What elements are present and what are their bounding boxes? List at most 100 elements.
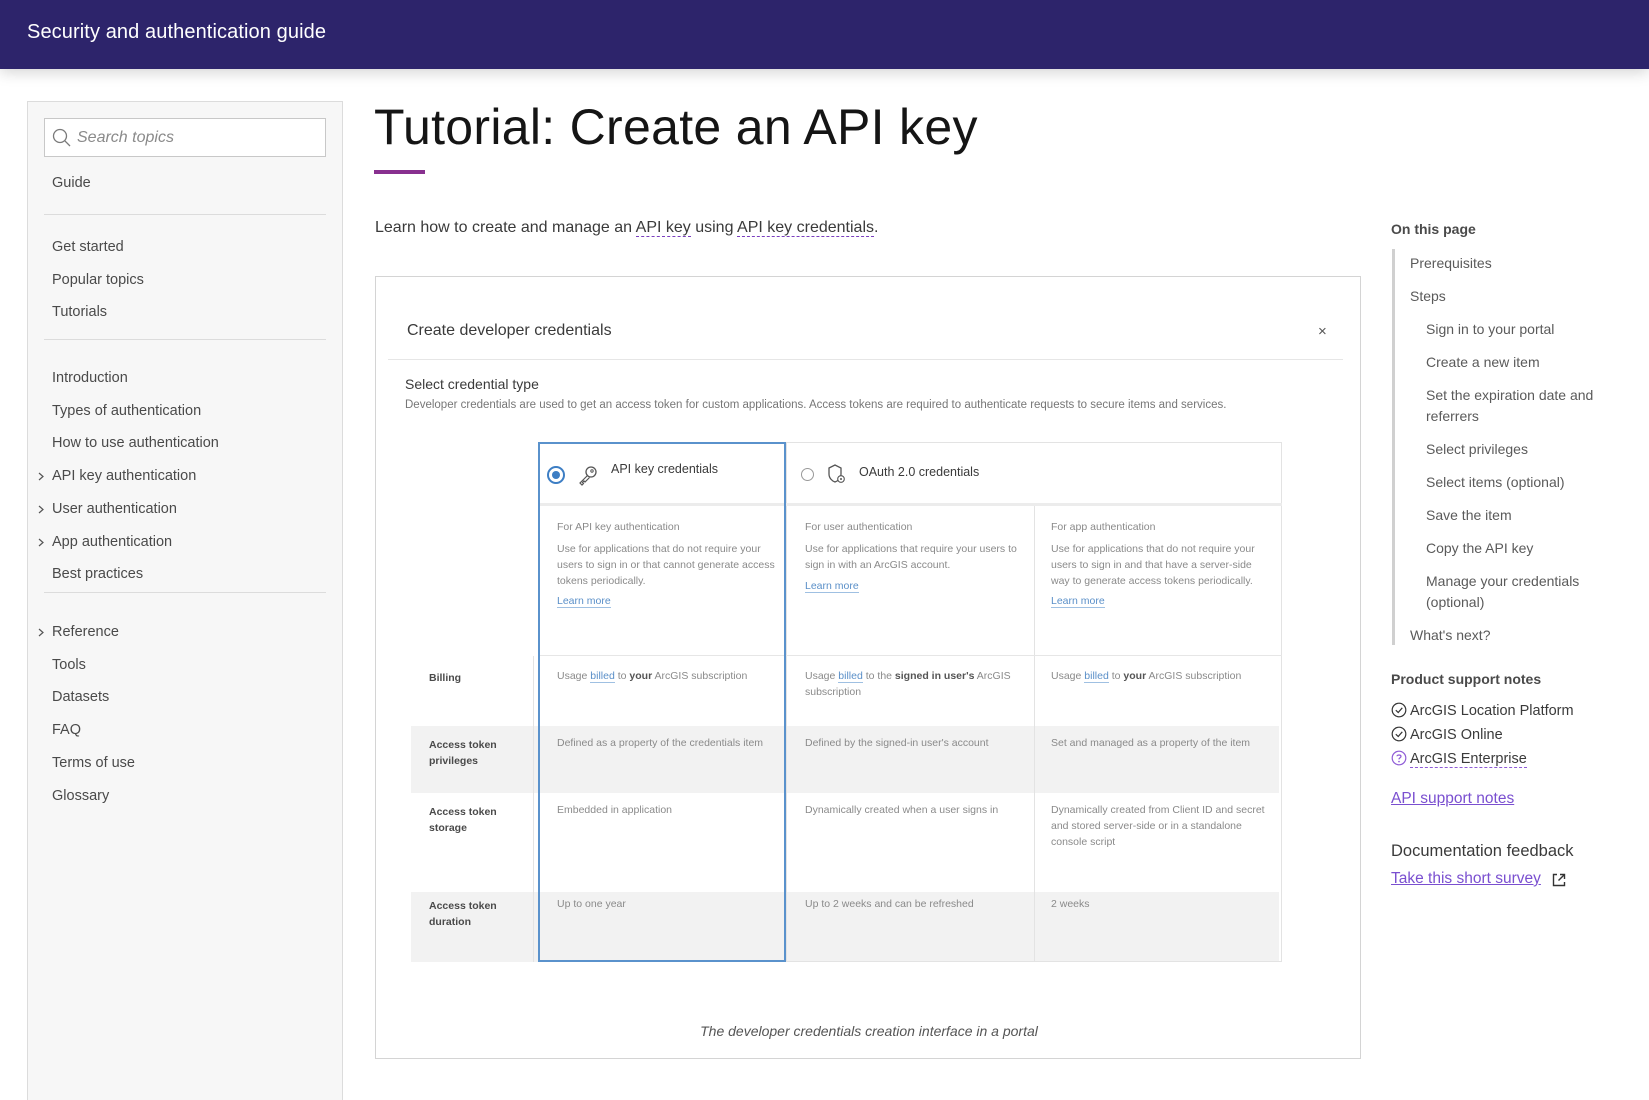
toc-item-manage-your-credentials-optional[interactable]: Manage your credentials (optional) <box>1426 571 1611 613</box>
sidebar-item-popular-topics[interactable]: Popular topics <box>28 267 344 295</box>
radio-api-key-selected[interactable] <box>547 466 565 484</box>
col1-privileges: Defined as a property of the credentials… <box>557 737 764 749</box>
learn-more-link[interactable]: Learn more <box>805 580 859 593</box>
billed-link[interactable]: billed <box>590 670 615 683</box>
support-item-label: ArcGIS Location Platform <box>1410 703 1574 719</box>
billing-text: ArcGIS subscription <box>652 670 748 682</box>
col2-storage: Dynamically created when a user signs in <box>805 804 999 816</box>
sidebar-item-label: API key authentication <box>52 468 197 485</box>
billing-text: Usage <box>557 670 591 682</box>
sidebar-item-terms-of-use[interactable]: Terms of use <box>28 750 344 778</box>
select-credential-type-description: Developer credentials are used to get an… <box>405 399 1227 411</box>
chevron-right-icon[interactable] <box>36 502 46 516</box>
sidebar-item-label: Datasets <box>52 689 110 706</box>
billing-text: ArcGIS subscription <box>1146 670 1242 682</box>
chevron-right-icon[interactable] <box>36 469 46 483</box>
sidebar-item-label: Guide <box>52 175 91 191</box>
toc-item-steps[interactable]: Steps <box>1410 286 1595 307</box>
sidebar-item-how-to-use-authentication[interactable]: How to use authentication <box>28 430 344 458</box>
billed-link[interactable]: billed <box>1084 670 1109 683</box>
col3-billing: Usage billed to your ArcGIS subscription <box>1051 668 1276 684</box>
sidebar-divider <box>44 214 326 215</box>
row-label-storage: Access token storage <box>429 806 497 834</box>
learn-more-link[interactable]: Learn more <box>557 595 611 608</box>
sidebar-item-label: Best practices <box>52 566 144 583</box>
sidebar-item-label: App authentication <box>52 533 173 550</box>
sidebar-item-faq[interactable]: FAQ <box>28 717 344 745</box>
sidebar-item-api-key-authentication[interactable]: API key authentication <box>28 463 344 491</box>
search-icon <box>52 128 71 147</box>
col2-duration: Up to 2 weeks and can be refreshed <box>805 898 974 910</box>
dialog-title: Create developer credentials <box>407 322 612 339</box>
toc-item-create-a-new-item[interactable]: Create a new item <box>1426 352 1611 373</box>
col1-use: Use for applications that do not require… <box>557 543 775 587</box>
sidebar-item-label: Get started <box>52 239 124 255</box>
row-label-duration: Access token duration <box>429 900 497 928</box>
col1-for: For API key authentication <box>557 521 680 533</box>
external-link-icon <box>1552 873 1566 887</box>
sidebar-item-tutorials[interactable]: Tutorials <box>28 299 344 327</box>
dialog-divider <box>388 359 1343 360</box>
api-key-credentials-glossary-link[interactable]: API key credentials <box>737 219 874 237</box>
toc-item-set-the-expiration-date-and-referrers[interactable]: Set the expiration date and referrers <box>1426 385 1611 427</box>
toc-item-select-items-optional[interactable]: Select items (optional) <box>1426 472 1611 493</box>
support-item-enterprise[interactable]: ArcGIS Enterprise <box>1391 750 1527 768</box>
oauth-shield-gear-icon <box>828 464 845 483</box>
search-box[interactable] <box>44 118 326 157</box>
figure-caption: The developer credentials creation inter… <box>700 1023 1038 1039</box>
sidebar-nav: Guide Get started Popular topics Tutorials I… <box>27 101 343 1100</box>
col2-privileges: Defined by the signed-in user's account <box>805 737 989 749</box>
sidebar-item-label: FAQ <box>52 722 82 739</box>
billing-text: to <box>1108 670 1124 682</box>
search-input[interactable] <box>77 119 322 156</box>
sidebar-item-best-practices[interactable]: Best practices <box>28 561 344 589</box>
billed-link[interactable]: billed <box>838 670 863 683</box>
learn-more-link[interactable]: Learn more <box>1051 595 1105 608</box>
survey-link[interactable]: Take this short survey <box>1391 870 1541 888</box>
option-label-api-key[interactable]: API key credentials <box>611 462 718 476</box>
sidebar-item-guide[interactable]: Guide <box>28 170 344 198</box>
sidebar-item-introduction[interactable]: Introduction <box>28 365 344 393</box>
col3-learn-more[interactable]: Learn more <box>1051 593 1105 609</box>
row-divider <box>540 655 784 656</box>
toc-item-select-privileges[interactable]: Select privileges <box>1426 439 1611 460</box>
sidebar-item-reference[interactable]: Reference <box>28 619 344 647</box>
toc-item-sign-in-to-your-portal[interactable]: Sign in to your portal <box>1426 319 1611 340</box>
toc-item-what-s-next[interactable]: What's next? <box>1410 625 1595 646</box>
toc-item-save-the-item[interactable]: Save the item <box>1426 505 1611 526</box>
sidebar-item-label: Terms of use <box>52 754 135 771</box>
billing-text: Usage <box>1051 670 1085 682</box>
sidebar-item-tools[interactable]: Tools <box>28 652 344 680</box>
sidebar-item-get-started[interactable]: Get started <box>28 234 344 262</box>
sidebar-item-types-of-authentication[interactable]: Types of authentication <box>28 398 344 426</box>
sidebar-item-datasets[interactable]: Datasets <box>28 684 344 712</box>
radio-oauth-unselected[interactable] <box>801 468 814 481</box>
chevron-right-icon[interactable] <box>36 535 46 549</box>
sidebar-divider <box>44 339 326 340</box>
api-support-notes-link[interactable]: API support notes <box>1391 790 1514 808</box>
header-separator <box>786 503 1282 506</box>
option-label-oauth[interactable]: OAuth 2.0 credentials <box>859 465 979 479</box>
sidebar-item-app-authentication[interactable]: App authentication <box>28 529 344 557</box>
sidebar-item-label: Popular topics <box>52 271 144 288</box>
guide-title[interactable]: Security and authentication guide <box>27 21 326 44</box>
col3-use: Use for applications that do not require… <box>1051 543 1255 587</box>
billing-bold-text: your <box>1123 670 1147 682</box>
credential-comparison-grid: API key credentials OAuth 2.0 credential… <box>411 442 1323 982</box>
col1-duration: Up to one year <box>557 898 626 910</box>
billing-bold-text: signed in user's <box>894 670 975 682</box>
chevron-right-icon[interactable] <box>36 625 46 639</box>
api-key-glossary-link[interactable]: API key <box>635 219 691 237</box>
row-label-billing: Billing <box>429 672 462 684</box>
toc-item-copy-the-api-key[interactable]: Copy the API key <box>1426 538 1611 559</box>
toc-rail <box>1392 249 1395 645</box>
col1-learn-more[interactable]: Learn more <box>557 593 611 609</box>
support-item-label[interactable]: ArcGIS Enterprise <box>1410 751 1527 768</box>
toc-item-prerequisites[interactable]: Prerequisites <box>1410 253 1595 274</box>
title-accent-bar <box>374 170 425 174</box>
billing-text: to the <box>862 670 895 682</box>
sidebar-item-glossary[interactable]: Glossary <box>28 783 344 811</box>
sidebar-item-user-authentication[interactable]: User authentication <box>28 496 344 524</box>
col3-storage: Dynamically created from Client ID and s… <box>1051 804 1265 848</box>
col2-learn-more[interactable]: Learn more <box>805 578 859 594</box>
